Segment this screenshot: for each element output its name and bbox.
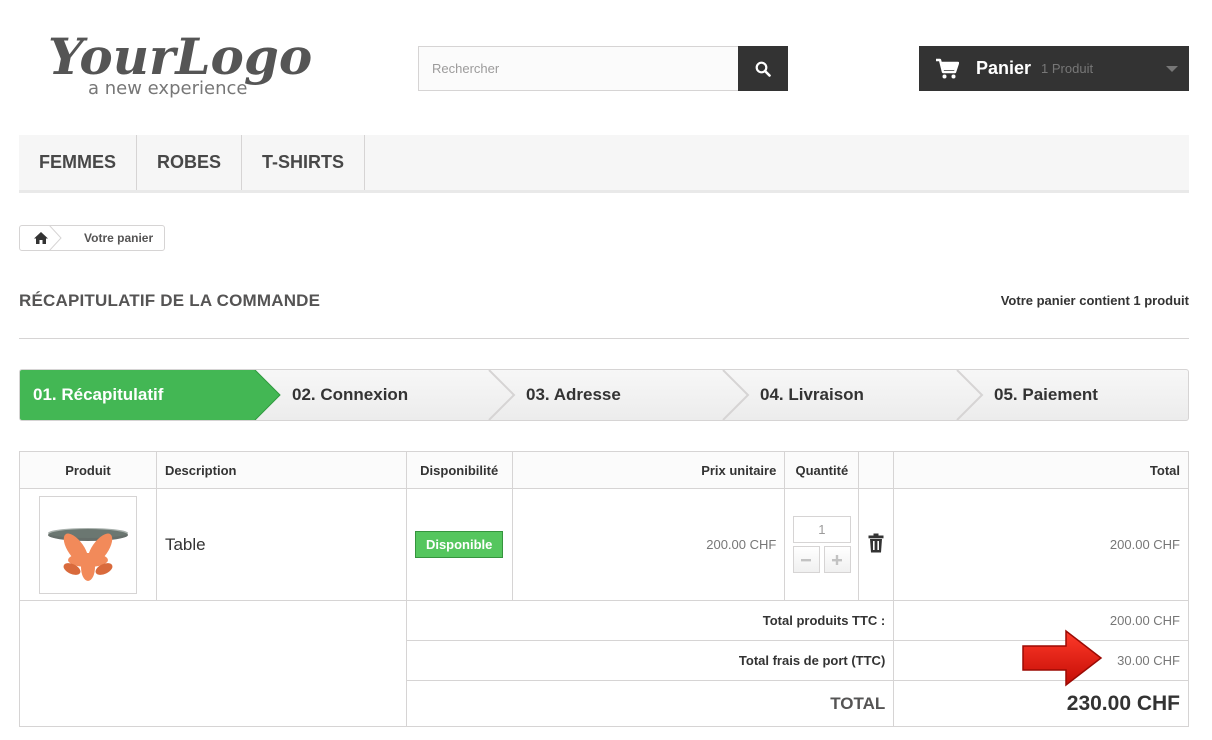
summary-row-products: Total produits TTC : 200.00 CHF: [19, 600, 1189, 727]
menu-item-robes[interactable]: ROBES: [137, 135, 243, 190]
step-paiement[interactable]: 05. Paiement: [994, 370, 1098, 420]
quantity-cell: [784, 488, 860, 601]
search-button[interactable]: [738, 46, 788, 91]
cart-count: 1 Produit: [1041, 61, 1094, 76]
header-delete: [858, 451, 895, 489]
menu-item-tshirts[interactable]: T-SHIRTS: [242, 135, 366, 190]
quantity-input[interactable]: [792, 516, 851, 543]
heading-divider: [19, 338, 1189, 339]
breadcrumb-current: Votre panier: [84, 231, 154, 245]
availability-badge: Disponible: [414, 531, 504, 558]
breadcrumb: Votre panier: [19, 225, 166, 251]
products-total-label: Total produits TTC :: [405, 600, 895, 641]
red-arrow-icon: [1022, 629, 1103, 687]
header-unit-price: Prix unitaire: [511, 451, 786, 489]
chevron-down-icon: [1166, 66, 1178, 72]
step-recapitulatif[interactable]: 01. Récapitulatif: [20, 370, 256, 420]
header-product: Produit: [19, 451, 157, 489]
plus-icon: [832, 554, 843, 565]
step-connexion[interactable]: 02. Connexion: [292, 370, 408, 420]
shipping-total-label: Total frais de port (TTC): [405, 640, 895, 681]
trash-icon[interactable]: [868, 533, 884, 553]
home-icon: [34, 232, 48, 244]
site-logo[interactable]: YourLogo a new experience: [44, 18, 344, 102]
top-menu: FEMMES ROBES T-SHIRTS: [19, 135, 1189, 193]
product-image-cell: [19, 488, 157, 601]
line-total: 200.00 CHF: [893, 488, 1189, 601]
step-adresse[interactable]: 03. Adresse: [526, 370, 621, 420]
minus-icon: [801, 558, 812, 561]
cart-button[interactable]: Panier 1 Produit: [919, 46, 1189, 91]
cart-icon: [936, 58, 959, 78]
quantity-decrease-button[interactable]: [792, 546, 820, 573]
logo-tagline: a new experience: [88, 78, 247, 99]
header-quantity: Quantité: [784, 451, 860, 489]
unit-price: 200.00 CHF: [511, 488, 786, 601]
product-description[interactable]: Table: [157, 535, 206, 554]
quantity-increase-button[interactable]: [823, 546, 851, 573]
step-livraison[interactable]: 04. Livraison: [760, 370, 864, 420]
table-product-icon: [47, 527, 128, 581]
table-row: Table Disponible 200.00 CHF 1 200.00 CHF: [19, 488, 1189, 601]
search-icon: [755, 61, 771, 77]
breadcrumb-separator: [49, 226, 62, 250]
grand-total-label: TOTAL: [405, 680, 895, 727]
search-bar: [418, 46, 788, 91]
header-total: Total: [893, 451, 1189, 489]
header-availability: Disponibilité: [405, 451, 513, 489]
header-description: Description: [155, 451, 407, 489]
delete-cell: [858, 488, 895, 601]
product-image[interactable]: [38, 495, 137, 594]
breadcrumb-home[interactable]: [20, 226, 62, 250]
menu-item-femmes[interactable]: FEMMES: [19, 135, 138, 190]
cart-table: Produit Description Disponibilité Prix u…: [19, 451, 1189, 727]
cart-summary-counter: Votre panier contient 1 produit: [1000, 293, 1189, 308]
summary-empty-cell: [19, 600, 407, 727]
cart-title: Panier: [976, 58, 1032, 78]
search-input[interactable]: [418, 46, 738, 91]
order-steps: 01. Récapitulatif 02. Connexion 03. Adre…: [19, 369, 1189, 421]
table-header-row: Produit Description Disponibilité Prix u…: [19, 451, 1189, 489]
page-title: RÉCAPITULATIF DE LA COMMANDE: [19, 291, 321, 310]
quantity-stepper: [792, 516, 851, 573]
